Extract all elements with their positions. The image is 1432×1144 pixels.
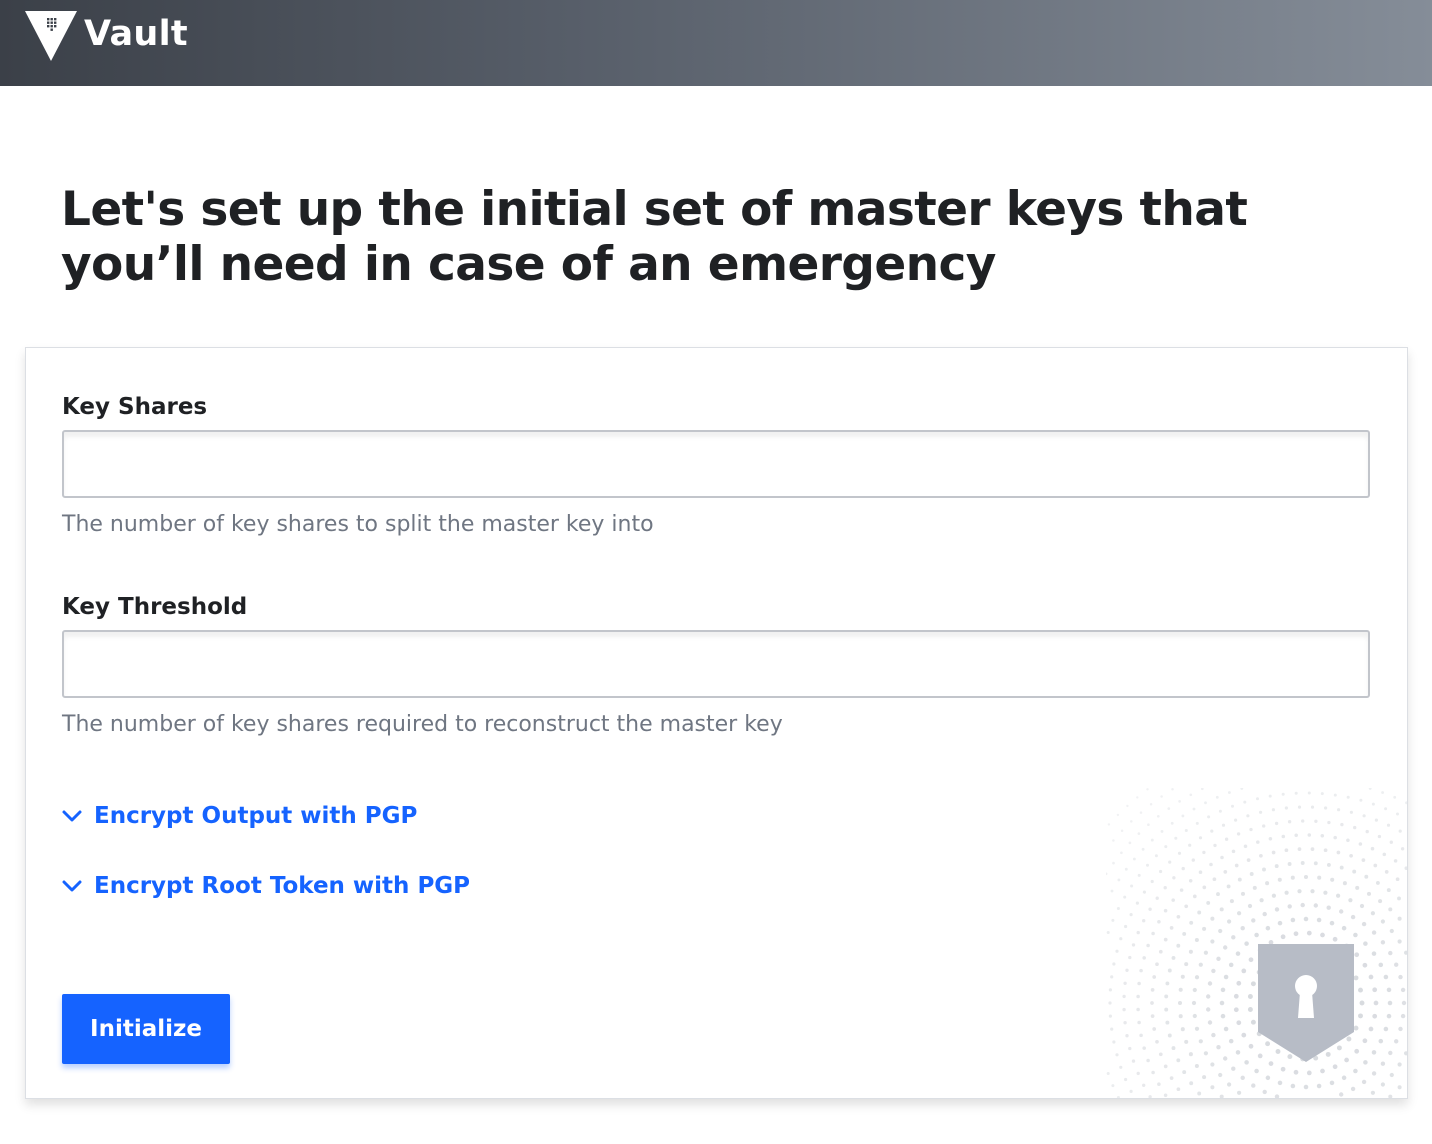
encrypt-root-token-pgp-toggle[interactable]: Encrypt Root Token with PGP bbox=[60, 873, 470, 899]
init-form-card: Key Shares The number of key shares to s… bbox=[25, 347, 1408, 1099]
encrypt-root-token-pgp-label: Encrypt Root Token with PGP bbox=[94, 873, 471, 899]
vault-logo-icon[interactable] bbox=[25, 11, 77, 63]
shield-keyhole-icon bbox=[1258, 944, 1354, 1062]
app-name[interactable]: Vault bbox=[84, 14, 188, 54]
key-shares-input[interactable] bbox=[62, 430, 1370, 498]
chevron-down-icon bbox=[62, 880, 82, 892]
initialize-button[interactable]: Initialize bbox=[62, 994, 230, 1064]
key-threshold-label: Key Threshold bbox=[62, 594, 248, 620]
dotted-pattern-decoration bbox=[1106, 788, 1407, 1098]
chevron-down-icon bbox=[62, 810, 82, 822]
key-shares-label: Key Shares bbox=[62, 394, 208, 420]
encrypt-output-pgp-label: Encrypt Output with PGP bbox=[94, 803, 418, 829]
page-title: Let's set up the initial set of master k… bbox=[61, 182, 1248, 292]
encrypt-output-pgp-toggle[interactable]: Encrypt Output with PGP bbox=[60, 803, 417, 829]
key-shares-help-text: The number of key shares to split the ma… bbox=[62, 512, 654, 537]
key-threshold-input[interactable] bbox=[62, 630, 1370, 698]
key-threshold-help-text: The number of key shares required to rec… bbox=[62, 712, 783, 737]
top-navigation-bar: Vault bbox=[0, 0, 1432, 86]
